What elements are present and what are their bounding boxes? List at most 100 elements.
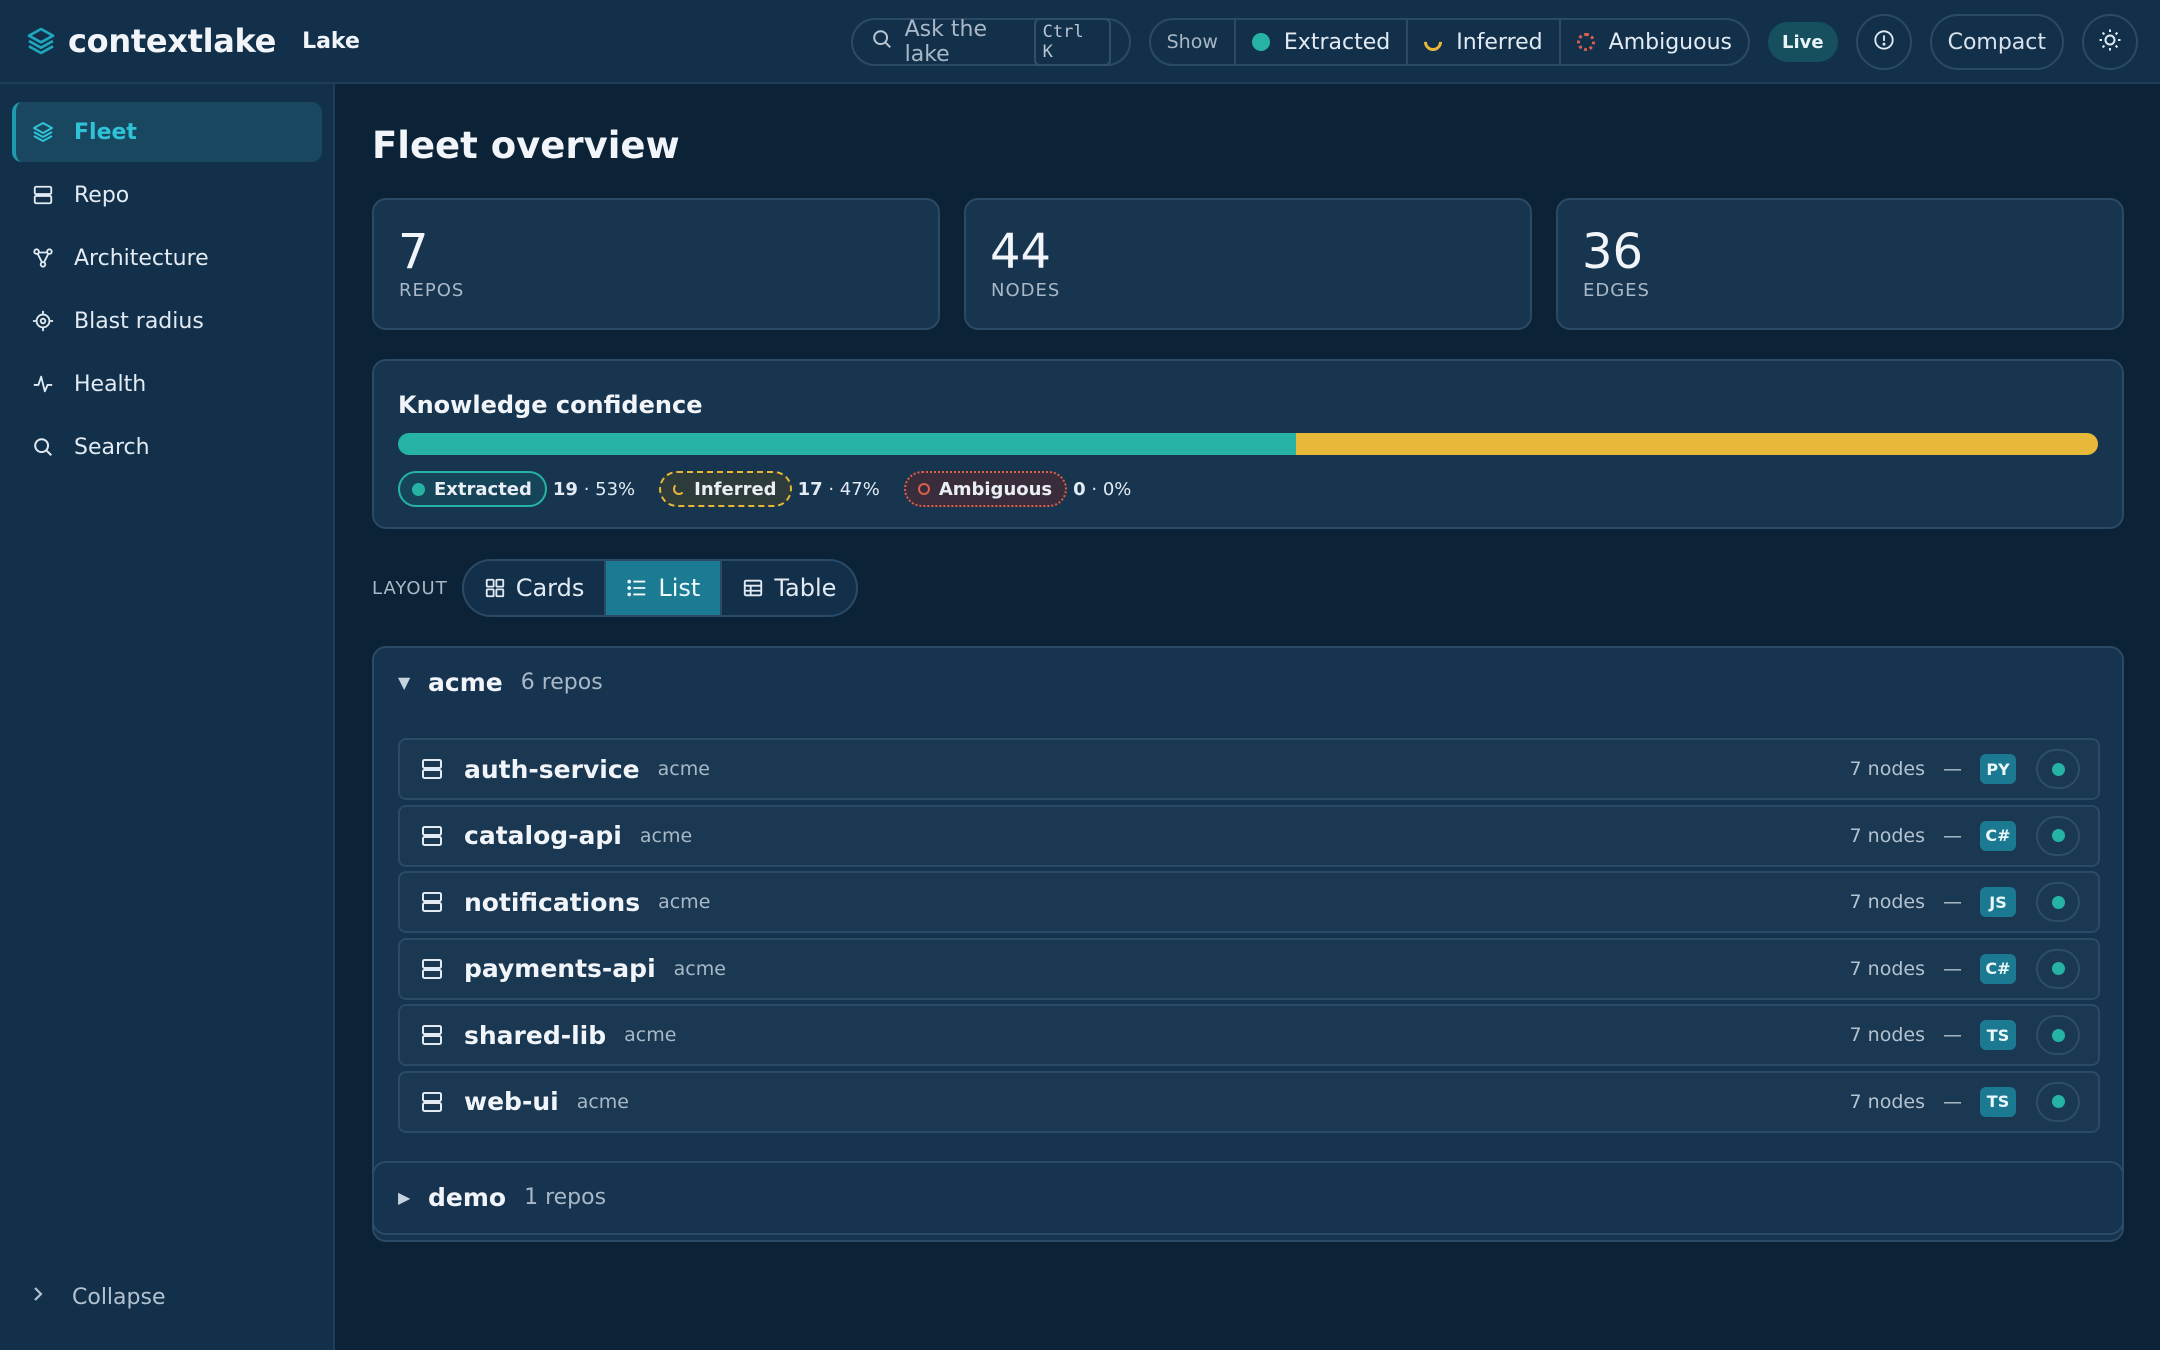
repo-node-count: 7 nodes xyxy=(1849,824,1925,847)
layout-list-button[interactable]: List xyxy=(604,561,721,615)
repo-meta: 7 nodes — JS xyxy=(1850,882,2080,922)
main-content: Fleet overview 7 REPOS 44 NODES 36 EDGES… xyxy=(337,84,2160,1350)
filter-ambiguous[interactable]: Ambiguous xyxy=(1558,20,1748,64)
ask-the-lake-search[interactable]: Ask the lake Ctrl K xyxy=(850,17,1131,67)
status-dot-icon xyxy=(2051,1028,2065,1042)
sidebar-item-label: Health xyxy=(74,371,147,397)
repo-row[interactable]: payments-api acme 7 nodes — C# xyxy=(398,937,2100,1000)
sidebar-item-search[interactable]: Search xyxy=(12,417,322,477)
chevron-right-icon xyxy=(30,1284,46,1310)
repo-name[interactable]: catalog-api xyxy=(464,821,622,850)
live-badge[interactable]: Live xyxy=(1767,22,1838,62)
filter-extracted-label: Extracted xyxy=(1283,29,1391,55)
sidebar-item-repo[interactable]: Repo xyxy=(12,165,322,225)
table-icon xyxy=(742,577,764,599)
repo-meta: 7 nodes — TS xyxy=(1850,1081,2080,1122)
repo-meta: 7 nodes — C# xyxy=(1849,815,2080,856)
legend-percent: 0% xyxy=(1102,478,1132,500)
info-icon xyxy=(1873,29,1895,55)
confidence-title: Knowledge confidence xyxy=(398,391,703,419)
sidebar-item-fleet[interactable]: Fleet xyxy=(12,102,322,162)
stat-value: 44 xyxy=(990,224,1052,280)
search-placeholder: Ask the lake xyxy=(904,17,987,67)
repo-status-button[interactable] xyxy=(2036,1015,2080,1055)
org-group-header[interactable]: ▶ demo 1 repos xyxy=(398,1183,606,1212)
org-group-header[interactable]: ▼ acme 6 repos xyxy=(398,668,603,697)
repo-name[interactable]: notifications xyxy=(464,888,640,917)
stat-card-nodes: 44 NODES xyxy=(964,198,1532,330)
repo-dash: — xyxy=(1943,957,1962,980)
repo-row[interactable]: auth-service acme 7 nodes — PY xyxy=(398,738,2100,800)
search-icon xyxy=(871,28,893,56)
repo-row[interactable]: notifications acme 7 nodes — JS xyxy=(398,871,2100,933)
repo-name[interactable]: shared-lib xyxy=(464,1021,606,1050)
server-icon xyxy=(420,1023,446,1047)
ambiguous-dashed-icon xyxy=(1576,33,1595,51)
layers-logo-icon xyxy=(24,24,58,58)
layers-icon xyxy=(30,119,56,145)
app-context: Lake xyxy=(302,28,360,54)
repo-status-button[interactable] xyxy=(2036,749,2080,789)
legend-ambiguous-chip[interactable]: Ambiguous xyxy=(903,471,1068,507)
app-name: contextlake xyxy=(68,22,277,60)
legend-percent: 47% xyxy=(839,478,880,500)
repo-org: acme xyxy=(639,824,693,847)
layout-option-label: Table xyxy=(774,574,837,602)
sidebar-item-blast-radius[interactable]: Blast radius xyxy=(12,291,322,351)
filter-extracted[interactable]: Extracted xyxy=(1233,20,1406,64)
stat-value: 36 xyxy=(1582,224,1644,280)
legend-label: Inferred xyxy=(694,478,777,500)
repo-node-count: 7 nodes xyxy=(1849,758,1925,780)
sidebar-item-architecture[interactable]: Architecture xyxy=(12,228,322,288)
repo-row[interactable]: shared-lib acme 7 nodes — TS xyxy=(398,1004,2100,1066)
org-group-count: 6 repos xyxy=(520,670,603,695)
repo-status-button[interactable] xyxy=(2036,882,2080,922)
compact-button[interactable]: Compact xyxy=(1929,14,2064,70)
legend-value-inferred: 17 · 47% xyxy=(797,478,880,500)
layout-option-label: List xyxy=(658,574,701,602)
extracted-dot-icon xyxy=(412,482,425,496)
repo-node-count: 7 nodes xyxy=(1849,1024,1925,1046)
legend-inferred-chip[interactable]: Inferred xyxy=(659,471,792,507)
layout-table-button[interactable]: Table xyxy=(720,561,856,615)
repo-meta: 7 nodes — TS xyxy=(1850,1015,2080,1055)
repo-dash: — xyxy=(1943,824,1962,847)
repo-status-button[interactable] xyxy=(2036,1081,2080,1122)
repo-org: acme xyxy=(576,1090,629,1113)
info-button[interactable] xyxy=(1855,14,1912,70)
grid-icon xyxy=(484,577,506,599)
sidebar-item-label: Fleet xyxy=(74,119,137,145)
repo-name[interactable]: web-ui xyxy=(464,1087,559,1116)
repo-name[interactable]: payments-api xyxy=(464,954,656,983)
repo-row[interactable]: web-ui acme 7 nodes — TS xyxy=(398,1070,2100,1133)
repo-meta: 7 nodes — PY xyxy=(1850,749,2080,789)
top-actions: Ask the lake Ctrl K Show Extracted Infer… xyxy=(850,0,2138,84)
language-badge: TS xyxy=(1980,1086,2016,1117)
repo-status-button[interactable] xyxy=(2036,948,2080,989)
sidebar-item-health[interactable]: Health xyxy=(12,354,322,414)
search-shortcut: Ctrl K xyxy=(1033,18,1111,66)
repo-row[interactable]: catalog-api acme 7 nodes — C# xyxy=(398,804,2100,867)
target-icon xyxy=(30,308,56,334)
layout-option-label: Cards xyxy=(515,574,585,602)
collapse-button[interactable]: Collapse xyxy=(30,1284,166,1310)
page-title: Fleet overview xyxy=(372,124,680,167)
top-bar: contextlake Lake Ask the lake Ctrl K Sho… xyxy=(0,0,2160,84)
language-badge: TS xyxy=(1980,1020,2016,1050)
status-dot-icon xyxy=(2051,1095,2065,1108)
legend-value-extracted: 19 · 53% xyxy=(552,478,636,500)
filter-inferred[interactable]: Inferred xyxy=(1406,20,1558,64)
theme-toggle-button[interactable] xyxy=(2082,14,2138,70)
brand[interactable]: contextlake Lake xyxy=(24,22,360,60)
repo-status-button[interactable] xyxy=(2036,815,2080,856)
legend-count: 19 xyxy=(552,478,578,500)
confidence-legend: Extracted 19 · 53% Inferred 17 · 47% Amb… xyxy=(398,471,1155,507)
legend-extracted-chip[interactable]: Extracted xyxy=(398,471,547,507)
repo-node-count: 7 nodes xyxy=(1849,891,1925,913)
legend-count: 0 xyxy=(1073,478,1086,500)
status-dot-icon xyxy=(2051,762,2065,776)
repo-name[interactable]: auth-service xyxy=(464,755,640,784)
repo-dash: — xyxy=(1943,1024,1962,1046)
extracted-dot-icon xyxy=(1251,33,1270,51)
layout-cards-button[interactable]: Cards xyxy=(464,561,605,615)
